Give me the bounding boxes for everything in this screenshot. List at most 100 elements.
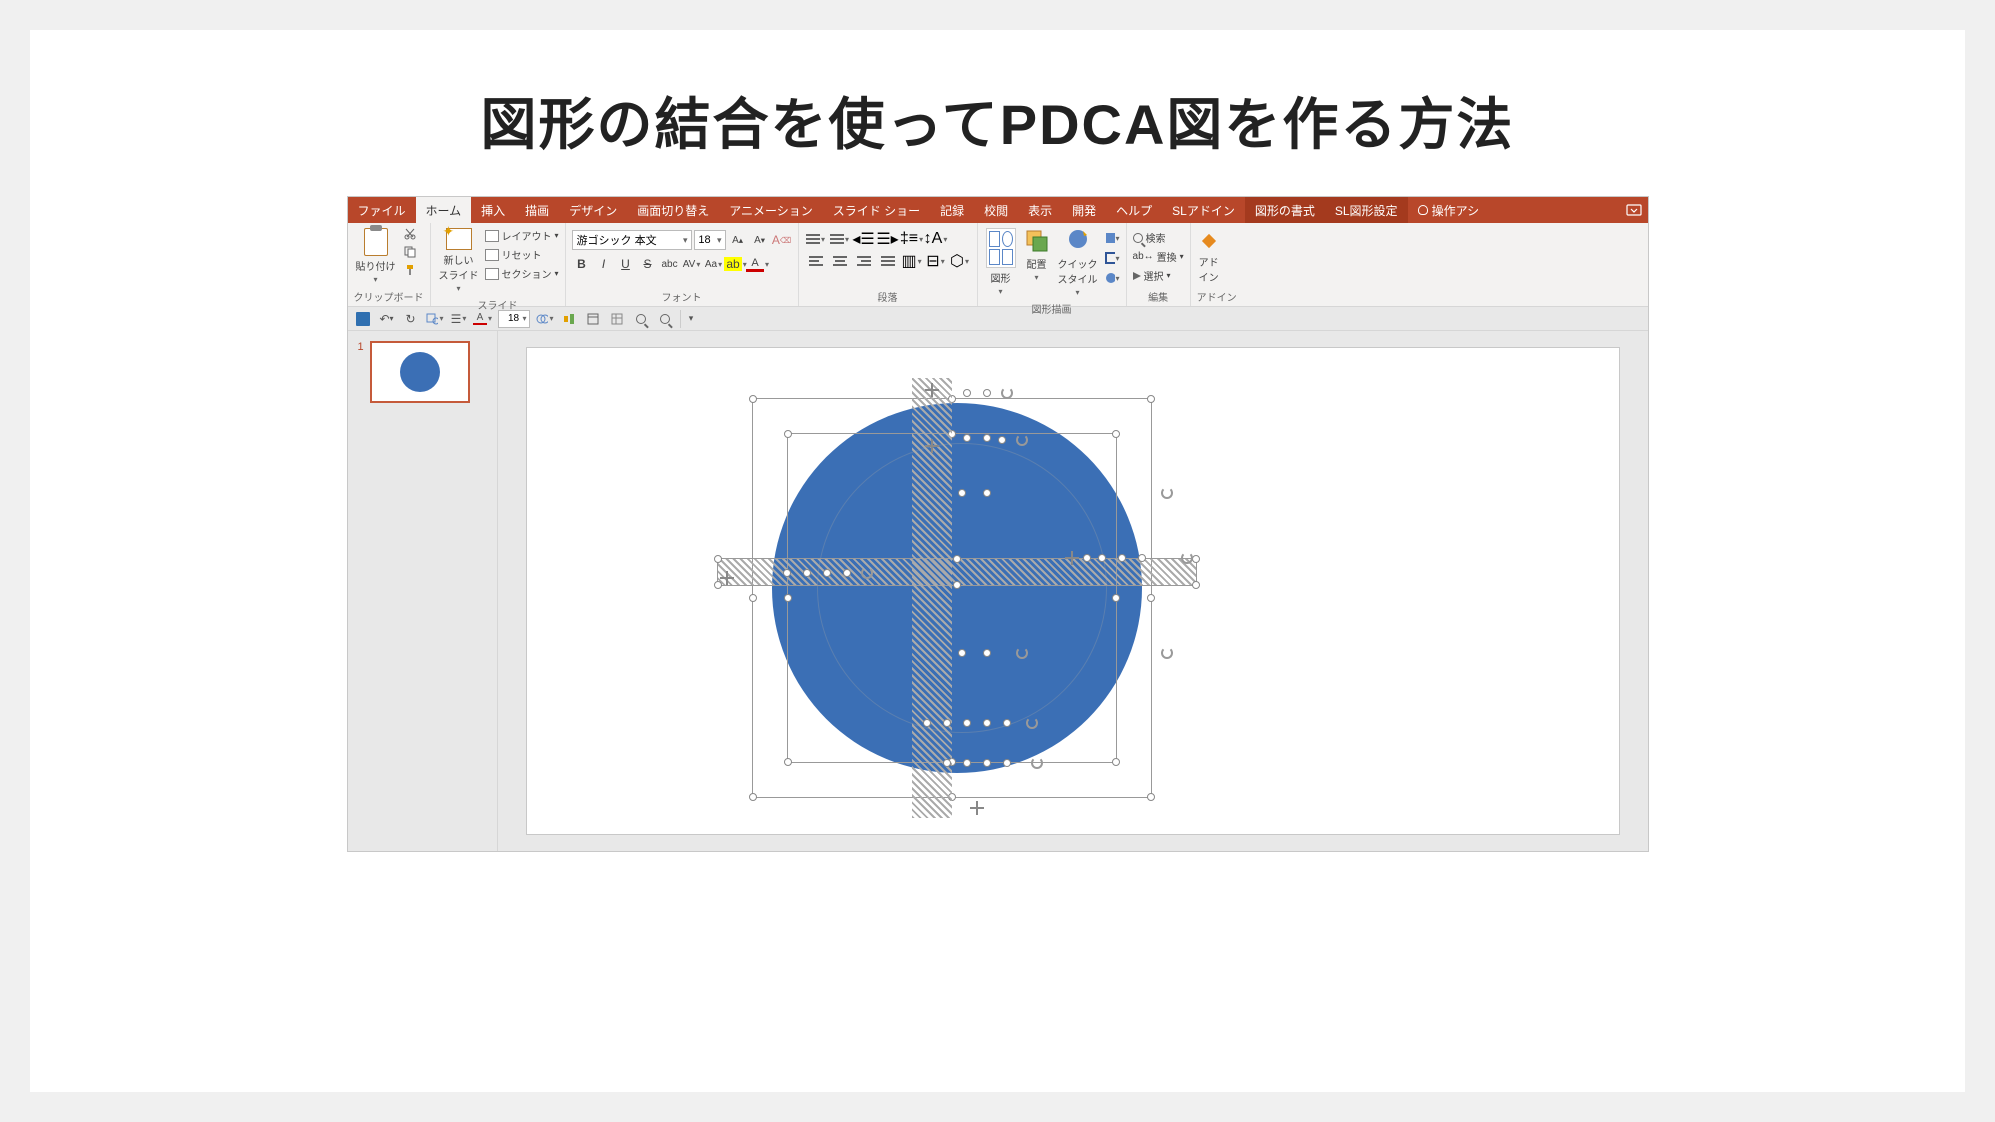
qat-zoom-out-button[interactable] (656, 310, 674, 328)
rotate-handle-icon[interactable] (1031, 757, 1043, 769)
format-painter-button[interactable] (402, 262, 418, 278)
move-handle-icon[interactable] (720, 571, 734, 585)
find-button[interactable]: 検索 (1133, 230, 1166, 245)
share-button[interactable] (1620, 197, 1648, 223)
rotate-handle-icon[interactable] (1161, 647, 1173, 659)
clear-format-button[interactable]: A⌫ (772, 230, 792, 250)
move-handle-icon[interactable] (925, 439, 939, 453)
increase-indent-button[interactable]: ☰▸ (877, 230, 899, 248)
tab-animations[interactable]: アニメーション (719, 197, 823, 223)
slide-thumbnail-1[interactable]: 1 (358, 341, 487, 403)
quick-styles-button[interactable]: クイック スタイル▾ (1056, 226, 1100, 299)
section-button[interactable]: セクション▾ (485, 266, 559, 281)
arrange-button[interactable]: 配置▾ (1022, 226, 1052, 284)
shadow-button[interactable]: abc (660, 254, 680, 274)
char-spacing-button[interactable]: AV (682, 254, 702, 274)
tab-insert[interactable]: 挿入 (471, 197, 515, 223)
thumbnail-panel: 1 (348, 331, 498, 851)
tab-design[interactable]: デザイン (559, 197, 627, 223)
font-name-combo[interactable]: 游ゴシック 本文 (572, 230, 692, 250)
qat-zoom-in-button[interactable] (632, 310, 650, 328)
shape-fill-button[interactable] (1104, 230, 1120, 246)
numbering-button[interactable] (829, 230, 851, 248)
save-icon (356, 312, 370, 326)
slide-canvas[interactable] (526, 347, 1620, 835)
font-color-button[interactable]: A (748, 254, 768, 274)
highlight-button[interactable]: ab (726, 254, 746, 274)
tab-slideshow[interactable]: スライド ショー (823, 197, 930, 223)
rotate-handle-icon[interactable] (1016, 434, 1028, 446)
qat-font-size-combo[interactable]: 18 (498, 310, 530, 328)
tab-help[interactable]: ヘルプ (1106, 197, 1162, 223)
decrease-indent-button[interactable]: ◂☰ (853, 230, 875, 248)
tab-developer[interactable]: 開発 (1062, 197, 1106, 223)
qat-grid-button[interactable] (608, 310, 626, 328)
tab-tell-me[interactable]: 操作アシ (1408, 197, 1490, 223)
tab-record[interactable]: 記録 (930, 197, 974, 223)
underline-button[interactable]: U (616, 254, 636, 274)
font-size-combo[interactable]: 18 (694, 230, 726, 250)
undo-button[interactable]: ↶▾ (378, 310, 396, 328)
tab-sladdin[interactable]: SLアドイン (1162, 197, 1245, 223)
move-handle-icon[interactable] (1065, 551, 1079, 565)
zoom-in-icon (636, 314, 646, 324)
tab-file[interactable]: ファイル (348, 197, 416, 223)
rotate-handle-icon[interactable] (1016, 647, 1028, 659)
group-label: 図形描画 (984, 299, 1120, 318)
rotate-handle-icon[interactable] (1001, 387, 1013, 399)
strike-button[interactable]: S (638, 254, 658, 274)
shape-outline-button[interactable] (1104, 250, 1120, 266)
qat-customize-button[interactable]: ▾ (680, 310, 698, 328)
align-center-button[interactable] (829, 252, 851, 270)
cut-button[interactable] (402, 226, 418, 242)
qat-align-button[interactable] (560, 310, 578, 328)
paste-button[interactable]: 貼り付け ▾ (354, 226, 398, 286)
decrease-font-button[interactable]: A▾ (750, 230, 770, 250)
ribbon-tabs: ファイル ホーム 挿入 描画 デザイン 画面切り替え アニメーション スライド … (348, 197, 1648, 223)
reset-button[interactable]: リセット (485, 247, 559, 262)
line-spacing-button[interactable]: ‡≡ (901, 230, 923, 248)
align-left-button[interactable] (805, 252, 827, 270)
reset-icon (485, 249, 499, 261)
text-direction-button[interactable]: ↕A (925, 230, 947, 248)
page-title: 図形の結合を使ってPDCA図を作る方法 (481, 80, 1515, 161)
rotate-handle-icon[interactable] (1181, 552, 1193, 564)
smartart-button[interactable]: ⬡ (949, 252, 971, 270)
shapes-gallery-icon (986, 228, 1016, 268)
addin-button[interactable]: アド イン (1197, 226, 1221, 286)
select-button[interactable]: 選択▾ (1133, 268, 1171, 283)
change-case-button[interactable]: Aa (704, 254, 724, 274)
tab-view[interactable]: 表示 (1018, 197, 1062, 223)
justify-button[interactable] (877, 252, 899, 270)
new-slide-button[interactable]: 新しい スライド ▾ (437, 226, 481, 295)
bold-button[interactable]: B (572, 254, 592, 274)
qat-selection-pane-button[interactable] (584, 310, 602, 328)
columns-button[interactable]: ▥ (901, 252, 923, 270)
rotate-handle-icon[interactable] (1161, 487, 1173, 499)
rotate-handle-icon[interactable] (861, 567, 873, 579)
new-slide-icon (446, 228, 472, 250)
rotate-handle-icon[interactable] (1026, 717, 1038, 729)
align-text-button[interactable]: ⊟ (925, 252, 947, 270)
tab-review[interactable]: 校閲 (974, 197, 1018, 223)
tab-home[interactable]: ホーム (416, 197, 472, 223)
copy-button[interactable] (402, 244, 418, 260)
save-button[interactable] (354, 310, 372, 328)
tab-transitions[interactable]: 画面切り替え (627, 197, 719, 223)
tab-sl-shape[interactable]: SL図形設定 (1325, 197, 1408, 223)
shapes-button[interactable]: 図形▾ (984, 226, 1018, 298)
layout-button[interactable]: レイアウト▾ (485, 228, 559, 243)
move-handle-icon[interactable] (970, 801, 984, 815)
italic-button[interactable]: I (594, 254, 614, 274)
thumb-number: 1 (358, 341, 364, 403)
bullets-button[interactable] (805, 230, 827, 248)
tab-shape-format[interactable]: 図形の書式 (1245, 197, 1325, 223)
replace-button[interactable]: ab↔置換▾ (1133, 249, 1184, 264)
move-handle-icon[interactable] (925, 383, 939, 397)
diamond-icon (1202, 234, 1216, 248)
align-right-button[interactable] (853, 252, 875, 270)
increase-font-button[interactable]: A▴ (728, 230, 748, 250)
redo-button[interactable]: ↻ (402, 310, 420, 328)
shape-effects-button[interactable] (1104, 270, 1120, 286)
tab-draw[interactable]: 描画 (515, 197, 559, 223)
